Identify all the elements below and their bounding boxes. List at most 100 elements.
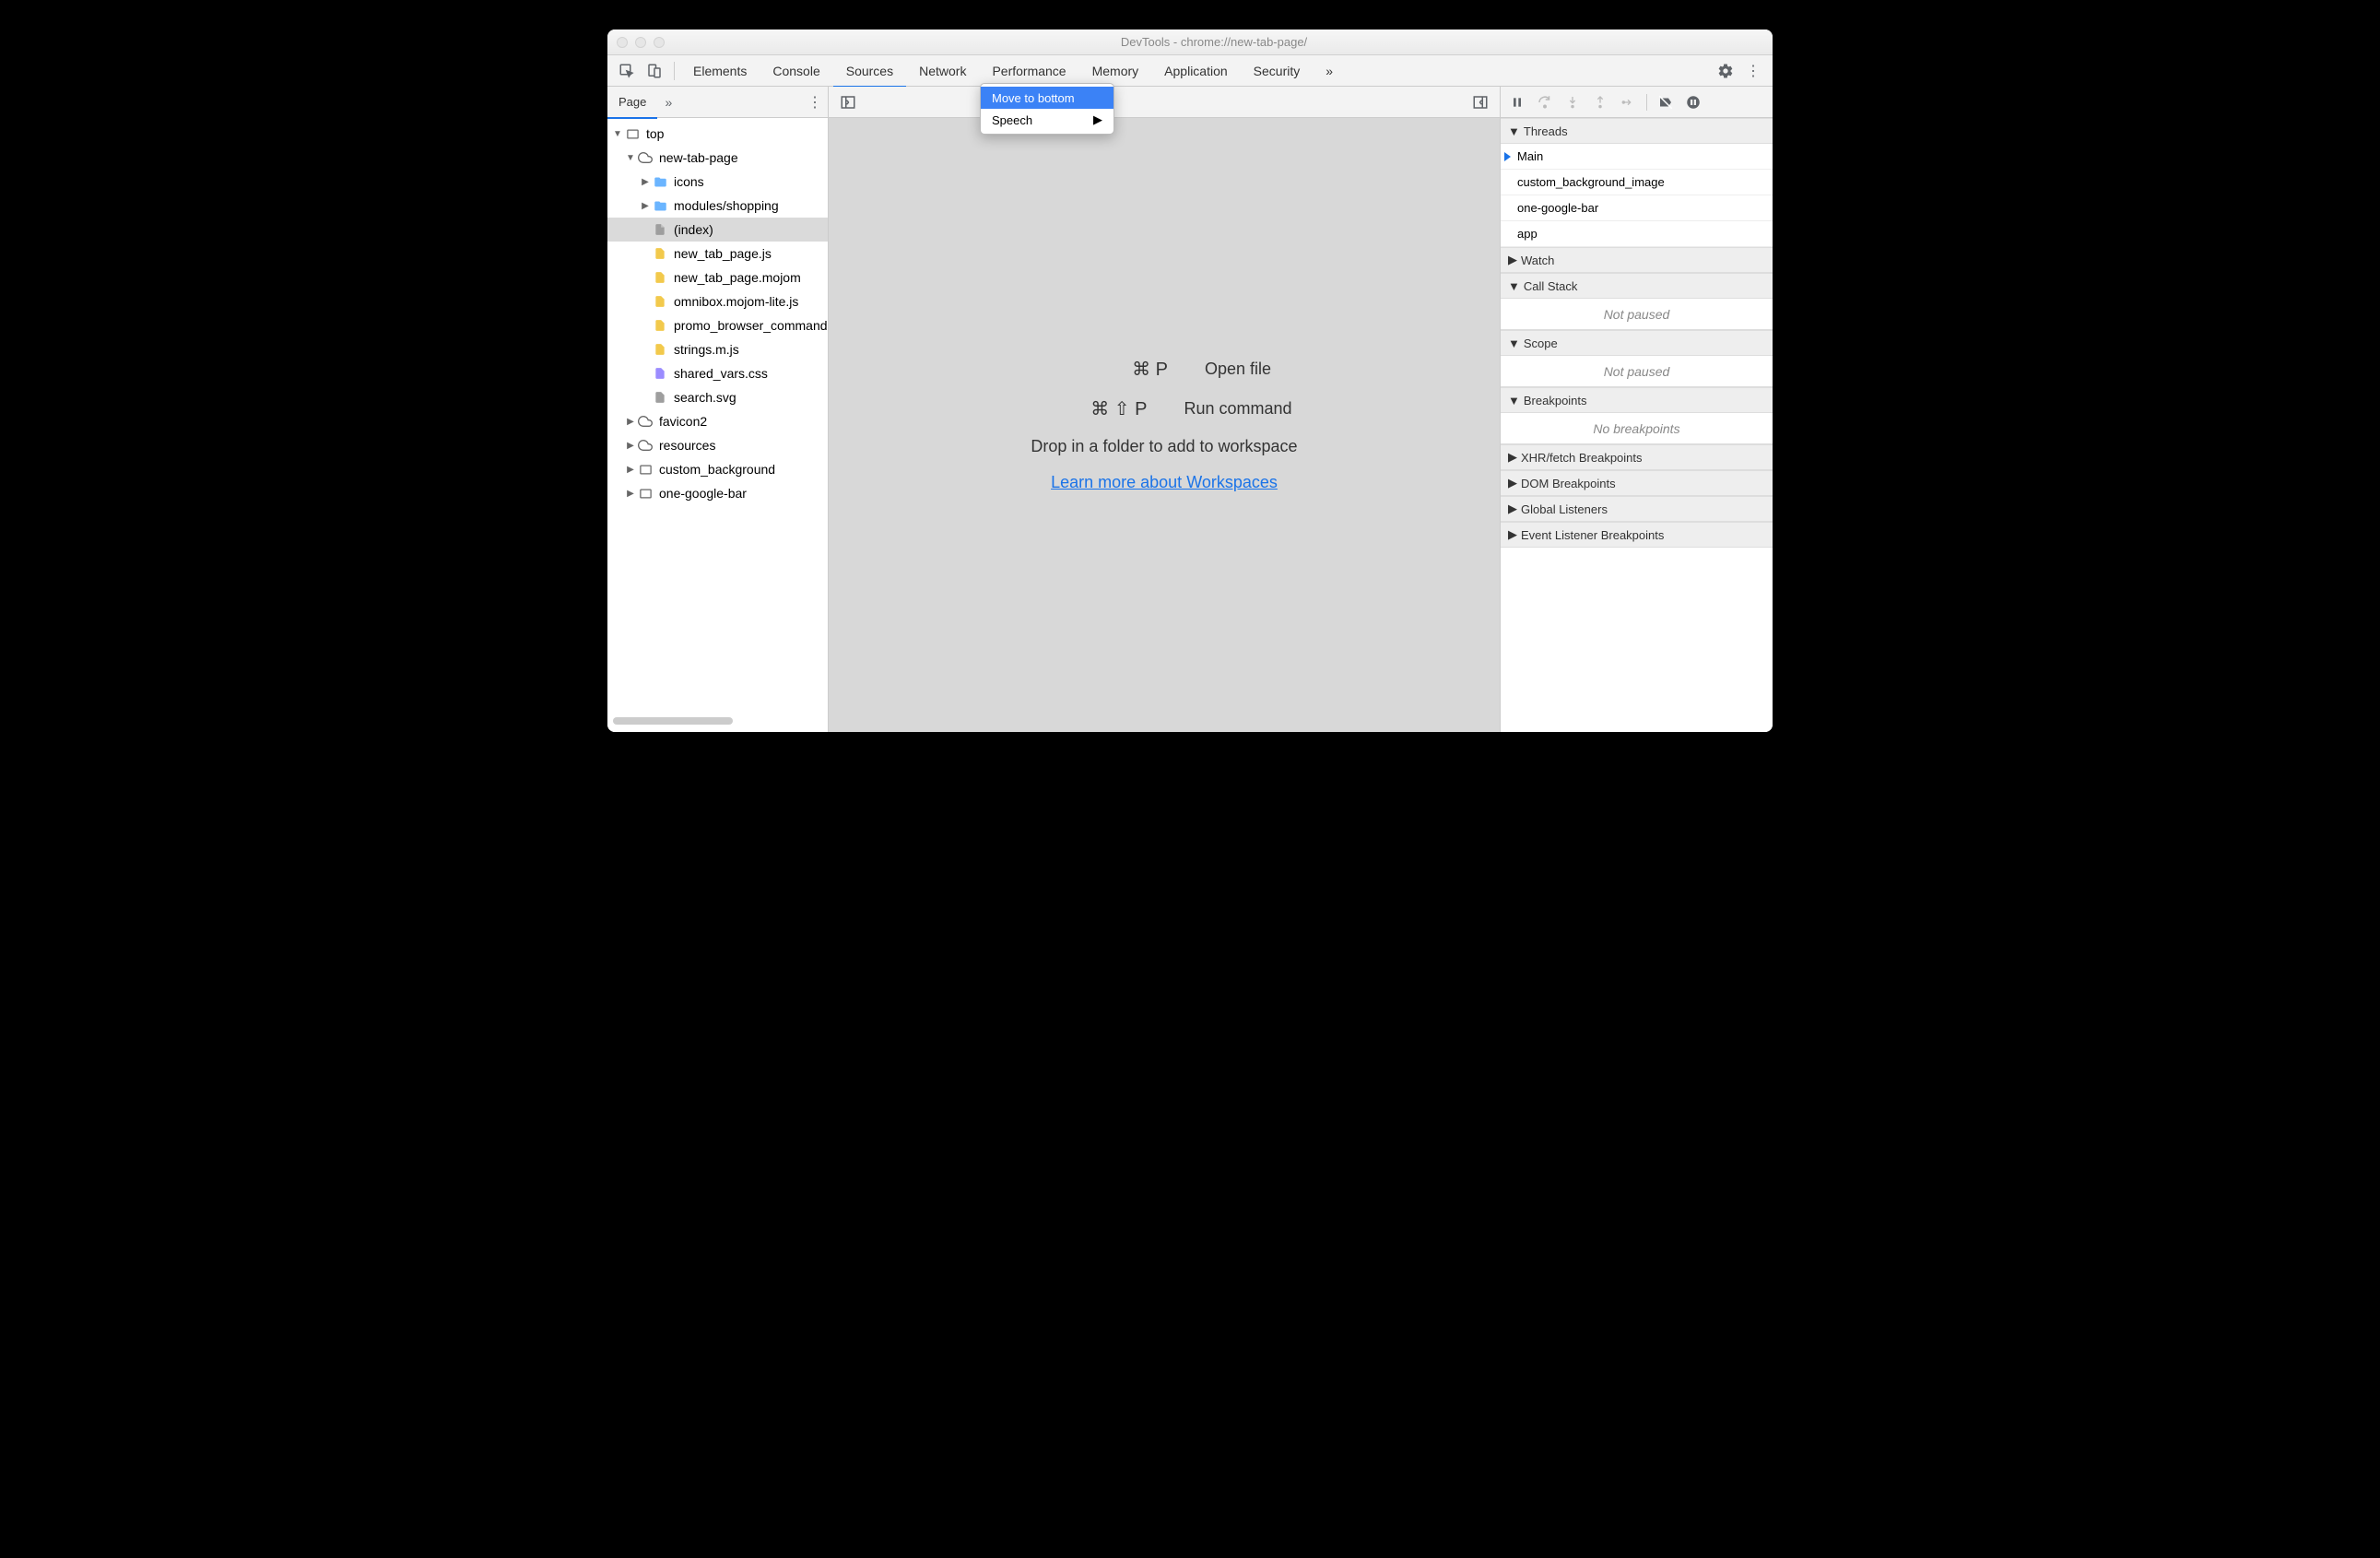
breakpoints-header[interactable]: ▼ Breakpoints	[1501, 387, 1773, 413]
more-icon[interactable]: ⋮	[1739, 57, 1767, 85]
editor-area: Move to bottom Speech▶ ⌘ POpen file ⌘ ⇧ …	[829, 87, 1500, 732]
tree-label: search.svg	[674, 390, 736, 405]
tree-label: custom_background	[659, 462, 775, 477]
event-listener-bp-header[interactable]: ▶ Event Listener Breakpoints	[1501, 522, 1773, 548]
shortcut: ⌘ P	[1057, 358, 1168, 381]
thread-item[interactable]: app	[1501, 221, 1773, 247]
tree-top[interactable]: ▼top	[607, 122, 828, 146]
tree-label: new_tab_page.js	[674, 246, 772, 261]
ctx-move-bottom[interactable]: Move to bottom	[981, 87, 1113, 109]
tree-index[interactable]: (index)	[607, 218, 828, 242]
inspect-icon[interactable]	[613, 57, 641, 85]
tab-sources[interactable]: Sources	[833, 55, 906, 87]
tree-ogb[interactable]: ▶one-google-bar	[607, 481, 828, 505]
nav-overflow-icon[interactable]: »	[657, 95, 679, 110]
tree-label: one-google-bar	[659, 486, 747, 501]
js-file-icon	[652, 341, 668, 358]
scope-header[interactable]: ▼Scope	[1501, 330, 1773, 356]
step-into-icon[interactable]	[1560, 89, 1585, 115]
watch-header[interactable]: ▶Watch	[1501, 247, 1773, 273]
section-label: DOM Breakpoints	[1521, 477, 1616, 490]
tree-js5[interactable]: strings.m.js	[607, 337, 828, 361]
chevron-down-icon: ▼	[1508, 279, 1520, 293]
hint-label: Run command	[1184, 399, 1291, 419]
tab-network[interactable]: Network	[906, 55, 979, 87]
dom-header[interactable]: ▶DOM Breakpoints	[1501, 470, 1773, 496]
show-navigator-icon[interactable]	[834, 89, 862, 116]
thread-main[interactable]: Main	[1501, 144, 1773, 170]
main-toolbar: Elements Console Sources Network Perform…	[607, 55, 1773, 87]
navigator-sidebar: Page » ⋮ ▼top ▼new-tab-page ▶icons ▶modu…	[607, 87, 829, 732]
debugger-sidebar: ▼Threads Main custom_background_image on…	[1500, 87, 1773, 732]
tree-js2[interactable]: new_tab_page.mojom	[607, 266, 828, 289]
context-menu: Move to bottom Speech▶	[980, 83, 1114, 135]
tree-label: omnibox.mojom-lite.js	[674, 294, 798, 309]
shortcut: ⌘ ⇧ P	[1036, 397, 1147, 420]
thread-item[interactable]: one-google-bar	[1501, 195, 1773, 221]
tree-js1[interactable]: new_tab_page.js	[607, 242, 828, 266]
threads-header[interactable]: ▼Threads	[1501, 118, 1773, 144]
pause-icon[interactable]	[1504, 89, 1530, 115]
chevron-down-icon: ▼	[1508, 336, 1520, 350]
tree-css1[interactable]: shared_vars.css	[607, 361, 828, 385]
tab-security[interactable]: Security	[1241, 55, 1314, 87]
callstack-empty: Not paused	[1501, 299, 1773, 330]
tab-elements[interactable]: Elements	[680, 55, 760, 87]
deactivate-breakpoints-icon[interactable]	[1653, 89, 1679, 115]
chevron-right-icon: ▶	[1508, 450, 1517, 465]
editor-toolbar	[829, 87, 1500, 118]
tree-label: top	[646, 126, 664, 141]
thread-label: app	[1517, 227, 1538, 241]
step-icon[interactable]	[1615, 89, 1641, 115]
tree-svg1[interactable]: search.svg	[607, 385, 828, 409]
tree-fav[interactable]: ▶favicon2	[607, 409, 828, 433]
step-out-icon[interactable]	[1587, 89, 1613, 115]
tree-label: modules/shopping	[674, 198, 779, 213]
show-debugger-icon[interactable]	[1467, 89, 1494, 116]
tree-icons[interactable]: ▶icons	[607, 170, 828, 194]
chevron-right-icon: ▶	[1508, 527, 1517, 542]
frame-icon	[624, 125, 641, 142]
tab-application[interactable]: Application	[1151, 55, 1241, 87]
tabs-overflow-icon[interactable]: »	[1313, 55, 1346, 87]
empty-editor: ⌘ POpen file ⌘ ⇧ PRun command Drop in a …	[829, 118, 1500, 732]
workspaces-link[interactable]: Learn more about Workspaces	[1051, 473, 1278, 492]
tree-label: (index)	[674, 222, 713, 237]
tab-memory[interactable]: Memory	[1079, 55, 1152, 87]
page-tab[interactable]: Page	[607, 87, 657, 118]
section-label: Watch	[1521, 254, 1554, 267]
nav-more-icon[interactable]: ⋮	[802, 93, 828, 112]
tree-ntp[interactable]: ▼new-tab-page	[607, 146, 828, 170]
chevron-down-icon: ▼	[1508, 394, 1520, 407]
scrollbar[interactable]	[613, 717, 822, 726]
ctx-speech[interactable]: Speech▶	[981, 109, 1113, 131]
thread-label: Main	[1517, 149, 1543, 163]
hint-open-file: ⌘ POpen file	[1057, 358, 1271, 381]
tree-js4[interactable]: promo_browser_command	[607, 313, 828, 337]
js-file-icon	[652, 317, 668, 334]
tree-modules[interactable]: ▶modules/shopping	[607, 194, 828, 218]
settings-icon[interactable]	[1712, 57, 1739, 85]
step-over-icon[interactable]	[1532, 89, 1558, 115]
cloud-icon	[637, 413, 654, 430]
tree-cbg[interactable]: ▶custom_background	[607, 457, 828, 481]
js-file-icon	[652, 293, 668, 310]
window-title: DevTools - chrome://new-tab-page/	[665, 35, 1763, 49]
section-label: Event Listener Breakpoints	[1521, 528, 1664, 542]
global-listeners-header[interactable]: ▶Global Listeners	[1501, 496, 1773, 522]
thread-item[interactable]: custom_background_image	[1501, 170, 1773, 195]
tab-performance[interactable]: Performance	[979, 55, 1078, 87]
traffic-lights[interactable]	[617, 37, 665, 48]
cloud-icon	[637, 149, 654, 166]
xhr-header[interactable]: ▶XHR/fetch Breakpoints	[1501, 444, 1773, 470]
callstack-header[interactable]: ▼Call Stack	[1501, 273, 1773, 299]
device-icon[interactable]	[641, 57, 668, 85]
tab-console[interactable]: Console	[760, 55, 832, 87]
pause-exceptions-icon[interactable]	[1680, 89, 1706, 115]
section-label: Breakpoints	[1524, 394, 1587, 407]
chevron-right-icon: ▶	[1508, 502, 1517, 516]
tree-label: shared_vars.css	[674, 366, 768, 381]
tree-res[interactable]: ▶resources	[607, 433, 828, 457]
css-file-icon	[652, 365, 668, 382]
tree-js3[interactable]: omnibox.mojom-lite.js	[607, 289, 828, 313]
